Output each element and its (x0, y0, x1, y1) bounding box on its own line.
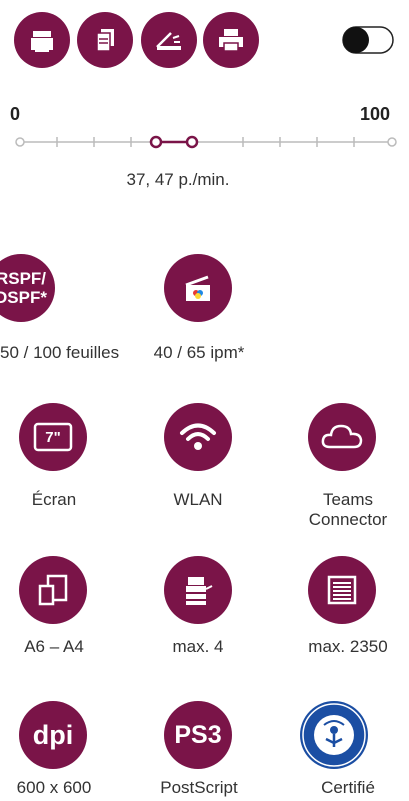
postscript-label: PostScript (160, 778, 238, 797)
dpi-badge: dpi (19, 701, 87, 769)
speed-caption: 37, 47 p./min. (126, 170, 230, 189)
scale-min-label: 0 (10, 104, 21, 124)
postscript-badge: PS3 (164, 701, 232, 769)
paper-size-icon (19, 556, 87, 624)
colour-scan-icon (164, 254, 232, 322)
speed-range-slider[interactable] (10, 130, 402, 154)
screen-badge: 7" (19, 403, 87, 471)
resolution-label: 600 x 600 (16, 778, 92, 797)
copy-pages-icon[interactable] (77, 12, 133, 68)
wlan-icon (164, 403, 232, 471)
scale-max-label: 100 (360, 104, 391, 124)
printer-icon[interactable] (203, 12, 259, 68)
printer-copier-icon[interactable] (14, 12, 70, 68)
paper-trays-icon (164, 556, 232, 624)
blue-angel-eco-label-icon (300, 701, 368, 769)
scan-speed-label: 40 / 65 ipm* (153, 343, 245, 362)
range-high-handle (185, 135, 199, 149)
scanner-icon[interactable] (141, 12, 197, 68)
rspf-badge: RSPF/ DSPF* (0, 254, 55, 322)
certified-label: Certifié (321, 778, 375, 797)
paper-capacity-icon (308, 556, 376, 624)
cloud-icon (308, 403, 376, 471)
rspf-label: 50 / 100 feuilles (0, 343, 120, 362)
range-low-handle (149, 135, 163, 149)
capacity-label: max. 2350 (308, 637, 388, 656)
wlan-label: WLAN (173, 490, 223, 509)
toggle-switch[interactable] (342, 26, 394, 54)
screen-label: Écran (31, 490, 77, 509)
teams-connector-label: Teams Connector (308, 490, 388, 529)
trays-label: max. 4 (172, 637, 224, 656)
paper-size-label: A6 – A4 (24, 637, 84, 656)
